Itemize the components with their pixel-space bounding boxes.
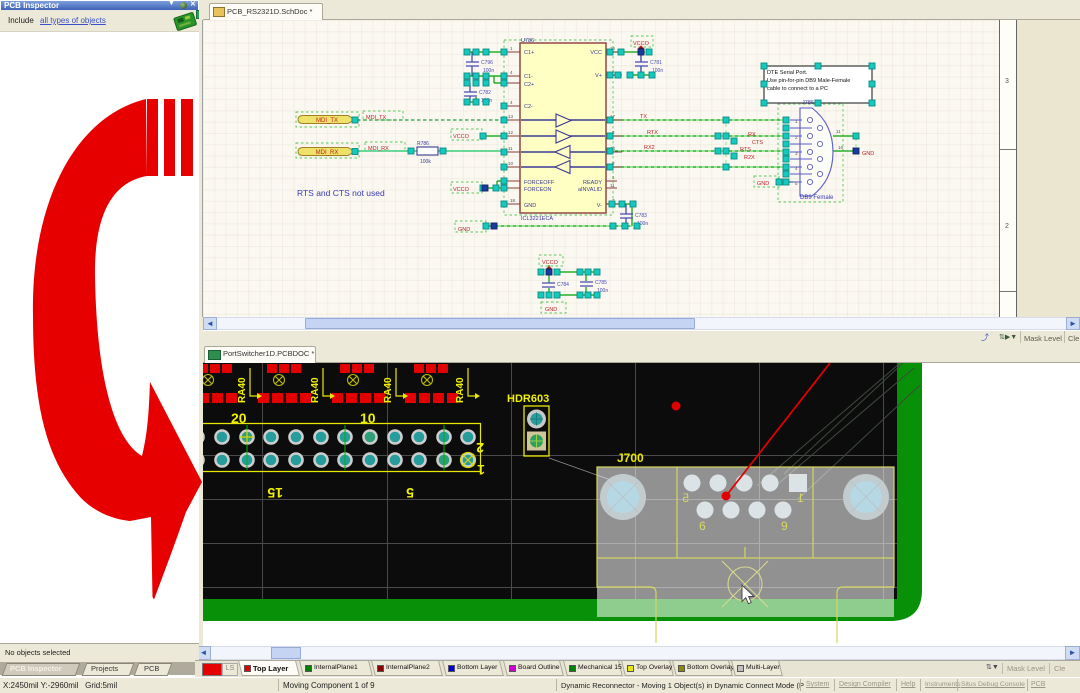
svg-text:1: 1 [797, 491, 804, 505]
svg-text:VCCO: VCCO [542, 260, 559, 266]
svg-text:C781: C781 [650, 60, 662, 66]
svg-text:10: 10 [508, 161, 514, 166]
svg-text:15: 15 [267, 485, 283, 501]
svg-text:1: 1 [477, 462, 485, 478]
svg-text:RA40: RA40 [383, 377, 394, 403]
svg-text:cable to connect to a PC: cable to connect to a PC [767, 86, 828, 92]
svg-text:10: 10 [360, 410, 376, 426]
svg-text:18: 18 [510, 198, 516, 203]
svg-text:V-: V- [597, 203, 602, 209]
svg-text:VCC: VCC [590, 50, 602, 56]
svg-text:Use pin-for-pin DB9 Male-Femal: Use pin-for-pin DB9 Male-Female [767, 78, 850, 84]
svg-text:RA40: RA40 [310, 377, 321, 403]
svg-text:C2-: C2- [524, 104, 533, 110]
svg-text:9: 9 [781, 519, 788, 533]
svg-text:R2X: R2X [744, 155, 755, 161]
svg-text:FORCEOFF: FORCEOFF [524, 180, 555, 186]
svg-text:J700: J700 [617, 451, 644, 465]
svg-text:MDI_RX: MDI_RX [316, 150, 339, 156]
svg-text:20: 20 [231, 410, 247, 426]
svg-text:RTS: RTS [740, 147, 751, 153]
svg-text:GND: GND [862, 151, 874, 157]
svg-text:RA40: RA40 [237, 377, 248, 403]
svg-text:VCCO: VCCO [453, 134, 470, 140]
svg-text:VCCO: VCCO [453, 187, 470, 193]
svg-text:MDI_TX: MDI_TX [316, 118, 338, 124]
svg-text:GND: GND [545, 307, 557, 313]
svg-text:6: 6 [699, 519, 706, 533]
svg-text:DB9 Female: DB9 Female [800, 195, 834, 201]
svg-text:1: 1 [510, 46, 513, 51]
svg-text:J786: J786 [802, 100, 814, 106]
svg-text:C785: C785 [595, 280, 607, 286]
svg-text:5: 5 [406, 485, 414, 501]
svg-text:RX: RX [748, 132, 756, 138]
svg-text:V+: V+ [595, 73, 602, 79]
svg-text:11: 11 [836, 129, 841, 134]
svg-text:100k: 100k [420, 159, 431, 165]
svg-text:12: 12 [508, 130, 514, 135]
svg-text:16: 16 [838, 145, 844, 150]
svg-text:5: 5 [682, 491, 689, 505]
svg-text:aINVALID: aINVALID [578, 187, 602, 193]
svg-text:C783: C783 [635, 213, 647, 219]
svg-text:GND: GND [524, 203, 536, 209]
svg-text:TX: TX [640, 114, 647, 120]
svg-text:READY: READY [583, 180, 602, 186]
svg-text:MDI_RX: MDI_RX [368, 146, 389, 152]
svg-text:4: 4 [510, 100, 513, 105]
svg-text:HDR603: HDR603 [507, 393, 549, 405]
svg-text:C782: C782 [479, 90, 491, 96]
svg-text:RX2: RX2 [644, 145, 655, 151]
svg-text:1: 1 [612, 175, 615, 180]
svg-text:C784: C784 [557, 282, 569, 288]
svg-text:13: 13 [508, 114, 514, 119]
svg-text:ICL3221ECA: ICL3221ECA [521, 216, 553, 222]
svg-text:CTS: CTS [752, 140, 763, 146]
svg-text:C2+: C2+ [524, 82, 534, 88]
svg-text:C1+: C1+ [524, 50, 534, 56]
svg-text:C1-: C1- [524, 74, 533, 80]
svg-text:DTE Serial Port.: DTE Serial Port. [767, 70, 808, 76]
svg-text:11: 11 [508, 146, 513, 151]
svg-text:GND: GND [757, 181, 769, 187]
svg-text:RTX: RTX [647, 130, 658, 136]
svg-text:RA40: RA40 [455, 377, 466, 403]
svg-text:2: 2 [476, 440, 484, 456]
svg-text:U786: U786 [521, 38, 534, 44]
svg-text:4: 4 [510, 70, 513, 75]
svg-text:MDI_TX: MDI_TX [366, 115, 387, 121]
svg-text:FORCEON: FORCEON [524, 187, 552, 193]
svg-text:R786: R786 [417, 141, 429, 147]
svg-text:GND: GND [458, 227, 470, 233]
svg-text:RTS and CTS not used: RTS and CTS not used [297, 188, 385, 198]
svg-text:11: 11 [610, 183, 615, 188]
svg-text:C796: C796 [481, 60, 493, 66]
